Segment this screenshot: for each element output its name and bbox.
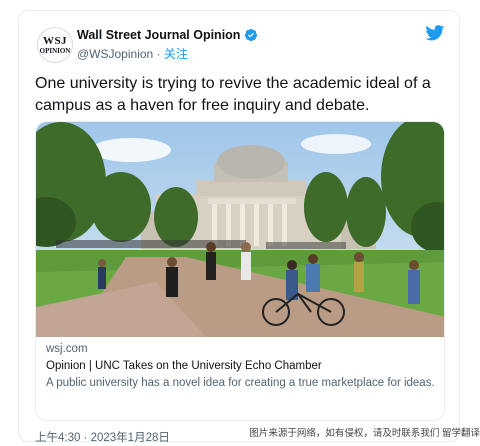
image-credit-watermark: 图片来源于网络，如有侵权，请及时联系我们 留学翻译 xyxy=(249,428,480,439)
author-handle[interactable]: @WSJopinion xyxy=(77,47,153,61)
tweet-card: WSJ OPINION Wall Street Journal Opinion … xyxy=(18,10,460,445)
author-display-name[interactable]: Wall Street Journal Opinion xyxy=(77,28,240,42)
avatar-logo-line1: WSJ xyxy=(42,34,68,47)
link-domain: wsj.com xyxy=(46,343,88,355)
tweet-timestamp[interactable]: 上午4:30 · 2023年1月28日 xyxy=(35,429,170,445)
handle-separator: · xyxy=(153,47,164,61)
twitter-bird-icon[interactable] xyxy=(425,25,445,41)
link-description: A public university has a novel idea for… xyxy=(46,377,435,389)
avatar[interactable]: WSJ OPINION xyxy=(37,27,73,63)
author-handle-row: @WSJopinion · 关注 xyxy=(77,45,188,62)
link-info: wsj.com Opinion | UNC Takes on the Unive… xyxy=(46,342,436,391)
avatar-logo-line2: OPINION xyxy=(39,46,71,55)
verified-badge-icon xyxy=(245,28,258,42)
link-card[interactable]: wsj.com Opinion | UNC Takes on the Unive… xyxy=(35,121,445,421)
tweet-text: One university is trying to revive the a… xyxy=(35,75,431,114)
follow-button[interactable]: 关注 xyxy=(164,47,188,61)
author-name-row: Wall Street Journal Opinion xyxy=(77,28,258,42)
campus-photo xyxy=(36,122,444,337)
link-title[interactable]: Opinion | UNC Takes on the University Ec… xyxy=(46,359,436,374)
